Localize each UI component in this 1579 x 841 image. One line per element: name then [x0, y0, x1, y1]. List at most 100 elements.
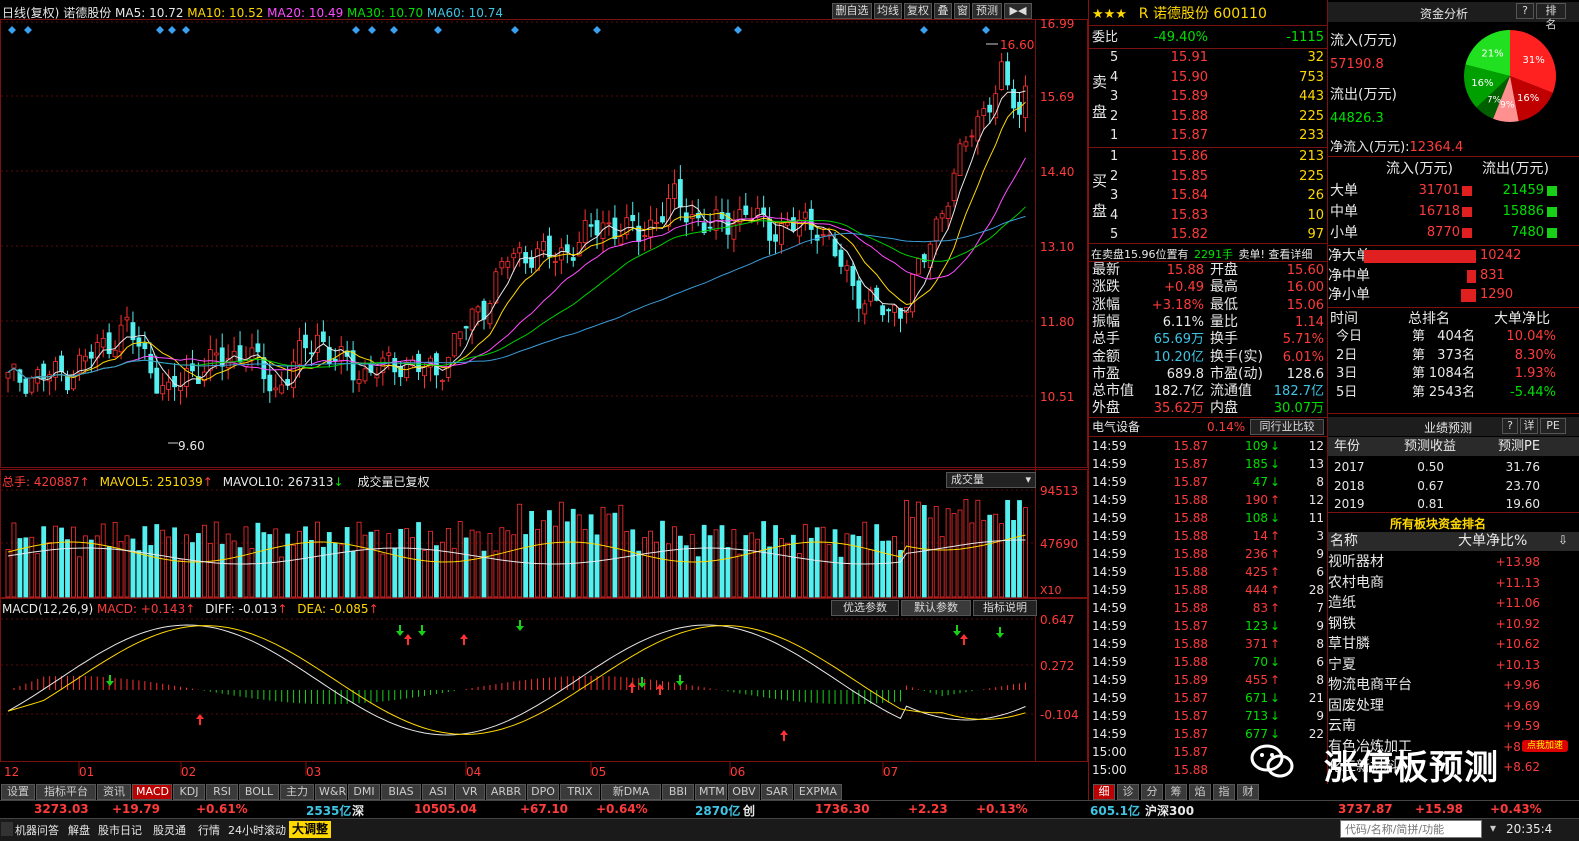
candle-body: [5, 371, 11, 379]
bottom-item-5[interactable]: 24小时滚动: [228, 822, 286, 838]
tab-dpo[interactable]: DPO: [527, 784, 559, 800]
stat-label: 总市值: [1092, 383, 1134, 400]
bottom-item-1[interactable]: 解盘: [68, 822, 90, 838]
order-notice[interactable]: 在卖盘15.96位置有 2291手 卖单! 查看详细: [1091, 246, 1312, 262]
bottom-item-3[interactable]: 股灵通: [153, 822, 186, 838]
help-button[interactable]: ?: [1516, 3, 1534, 19]
tick-tab-6[interactable]: 财: [1237, 784, 1259, 800]
toolbar-button-5[interactable]: 预测: [972, 3, 1002, 19]
rank-button[interactable]: 排名: [1536, 3, 1566, 31]
toolbar-button-4[interactable]: 窗: [954, 3, 970, 19]
toolbar-button-0[interactable]: 删自选: [832, 3, 872, 19]
optimize-params-button[interactable]: 优选参数: [831, 600, 899, 616]
sector-compare-button[interactable]: 同行业比较: [1250, 419, 1324, 435]
menu-icon[interactable]: [1, 822, 13, 836]
tick-price: 15.88: [1173, 763, 1208, 777]
volume-bar: [523, 534, 529, 598]
tab-sar[interactable]: SAR: [761, 784, 793, 800]
news-ticker[interactable]: 大调整: [289, 821, 332, 838]
candle-body: [439, 380, 445, 382]
sector-row-name[interactable]: 农村电商: [1328, 574, 1384, 592]
tab-资讯[interactable]: 资讯: [97, 784, 131, 800]
volume-bar: [433, 545, 439, 598]
candle-body: [100, 338, 106, 348]
tab-obv[interactable]: OBV: [728, 784, 760, 800]
toolbar-button-1[interactable]: 均线: [874, 3, 902, 19]
arrow-up-icon: ↑: [1270, 583, 1281, 597]
rank-time: 5日: [1336, 384, 1358, 400]
sector-row-name[interactable]: 钢铁: [1328, 615, 1356, 633]
volume-bar: [886, 540, 891, 598]
tab-w&r[interactable]: W&R: [315, 784, 347, 800]
tab-bias[interactable]: BIAS: [381, 784, 421, 800]
sector-row-name[interactable]: 云南: [1328, 717, 1356, 735]
indicator-help-button[interactable]: 指标说明: [973, 600, 1037, 616]
detail-button[interactable]: 详: [1520, 418, 1538, 434]
tick-tab-3[interactable]: 筹: [1165, 784, 1187, 800]
sector-row-name[interactable]: 草甘膦: [1328, 635, 1370, 653]
tab-设置[interactable]: 设置: [1, 784, 35, 800]
toolbar-button-2[interactable]: 复权: [904, 3, 932, 19]
candle-body: [493, 271, 499, 304]
volume-selector[interactable]: 成交量 ▾: [946, 472, 1036, 488]
tick-tab-0[interactable]: 细: [1093, 784, 1115, 800]
tab-asi[interactable]: ASI: [422, 784, 454, 800]
speed-badge[interactable]: 点我加速: [1522, 740, 1568, 752]
tab-rsi[interactable]: RSI: [206, 784, 238, 800]
tick-tab-1[interactable]: 诊: [1117, 784, 1139, 800]
notice-link[interactable]: 卖单! 查看详细: [1239, 248, 1313, 261]
sector-row-name[interactable]: 视听器材: [1328, 553, 1384, 571]
forecast-eps: 0.81: [1417, 497, 1444, 511]
search-input[interactable]: [1340, 820, 1482, 838]
tab-新dma[interactable]: 新DMA: [601, 784, 661, 800]
help-button[interactable]: ?: [1502, 418, 1518, 434]
tick-tab-4[interactable]: 焰: [1189, 784, 1211, 800]
tab-boll[interactable]: BOLL: [239, 784, 279, 800]
macd-header: MACD(12,26,9) MACD: +0.143↑ DIFF: -0.013…: [2, 602, 379, 616]
tab-mtm[interactable]: MTM: [695, 784, 727, 800]
tab-指标平台[interactable]: 指标平台: [36, 784, 96, 800]
toolbar-button-3[interactable]: 叠: [934, 3, 952, 19]
volume-bar: [130, 538, 136, 598]
tab-bbi[interactable]: BBI: [662, 784, 694, 800]
candle-body: [880, 305, 886, 316]
volume-bar: [255, 522, 261, 598]
tick-volume: 109: [1245, 439, 1268, 453]
ma10-value: MA10: 10.52: [187, 6, 264, 20]
sector-row-name[interactable]: 固废处理: [1328, 697, 1384, 715]
sort-desc-icon[interactable]: ⇩: [1558, 533, 1568, 547]
tick-time: 14:59: [1092, 529, 1127, 543]
play-icon[interactable]: ▶◀: [1004, 3, 1032, 19]
bottom-item-2[interactable]: 股市日记: [98, 822, 142, 838]
search-dropdown-icon[interactable]: ▾: [1485, 821, 1501, 837]
sector-row-name[interactable]: 造纸: [1328, 594, 1356, 612]
candle-body: [136, 337, 142, 347]
bottom-item-0[interactable]: 机器问答: [15, 822, 59, 838]
volume-bar: [677, 535, 683, 598]
default-params-button[interactable]: 默认参数: [901, 600, 971, 616]
candle-body: [773, 234, 778, 242]
sector-row-ratio: +11.13: [1495, 575, 1540, 590]
bottom-item-4[interactable]: 行情: [198, 822, 220, 838]
sector-row-name[interactable]: 宁夏: [1328, 656, 1356, 674]
book-price: 15.88: [1170, 108, 1208, 124]
book-level: 3: [1110, 188, 1119, 203]
arrow-down-icon: ↓: [1270, 655, 1281, 669]
volume-bar: [529, 510, 534, 598]
tick-tab-5[interactable]: 指: [1213, 784, 1235, 800]
tab-kdj[interactable]: KDJ: [173, 784, 205, 800]
kline-chart[interactable]: [0, 0, 1090, 784]
tick-price: 15.89: [1173, 673, 1208, 687]
tab-macd[interactable]: MACD: [132, 784, 172, 800]
sector-row-name[interactable]: 物流电商平台: [1328, 676, 1412, 694]
tab-vr[interactable]: VR: [455, 784, 485, 800]
tab-dmi[interactable]: DMI: [348, 784, 380, 800]
forecast-pe: 31.76: [1505, 460, 1540, 474]
arrow-down-icon: ↓: [1270, 709, 1281, 723]
tab-trix[interactable]: TRIX: [560, 784, 600, 800]
tick-tab-2[interactable]: 分: [1141, 784, 1163, 800]
pe-button[interactable]: PE: [1540, 418, 1566, 434]
tab-expma[interactable]: EXPMA: [794, 784, 842, 800]
tab-主力[interactable]: 主力: [280, 784, 314, 800]
tab-arbr[interactable]: ARBR: [486, 784, 526, 800]
